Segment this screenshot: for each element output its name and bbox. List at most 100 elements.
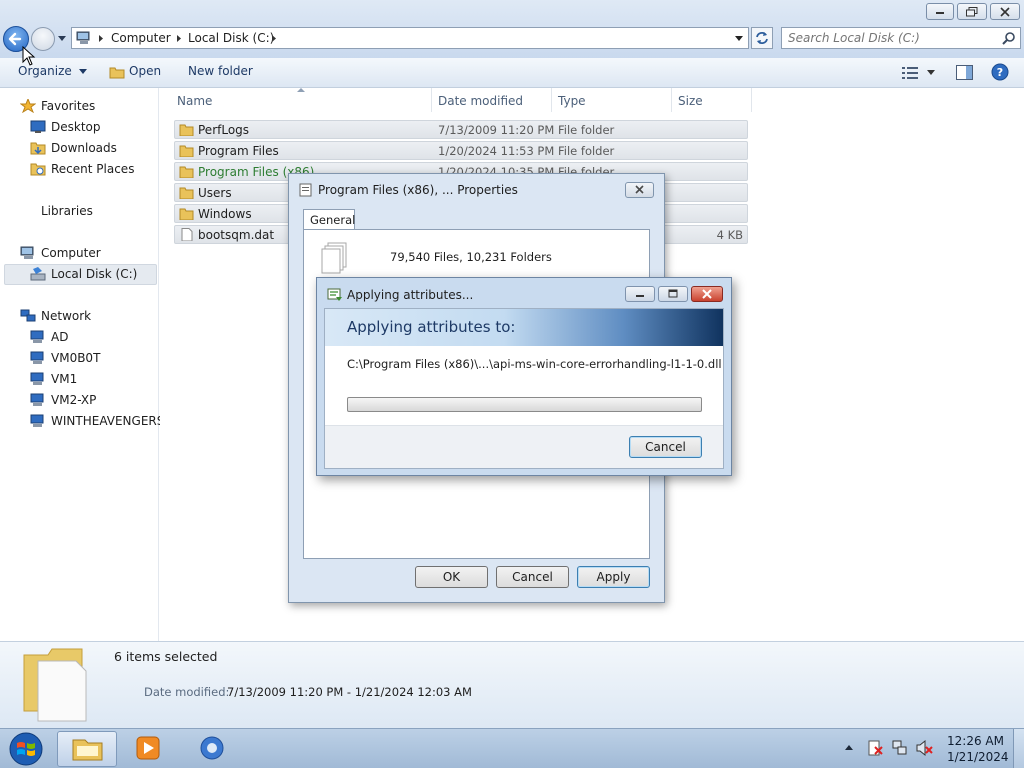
properties-icon [299,183,312,197]
help-icon[interactable]: ? [991,63,1009,81]
column-size[interactable]: Size [678,94,703,108]
column-divider[interactable] [551,88,552,112]
file-row[interactable]: Program Files 1/20/2024 11:53 PM File fold… [174,141,748,160]
new-folder-button[interactable]: New folder [188,64,253,78]
nav-computer-label: Computer [41,246,101,260]
dialog-footer: Cancel [325,425,723,468]
computer-icon [76,31,90,44]
applying-attributes-title: Applying attributes... [347,288,474,302]
minimize-button[interactable] [625,286,655,302]
view-options-icon[interactable] [902,67,918,79]
maximize-button[interactable] [957,3,987,20]
clock-date[interactable]: 1/21/2024 [947,750,1009,764]
multiple-files-icon [321,242,347,274]
cancel-button[interactable]: Cancel [496,566,569,588]
nav-network-computer-label: AD [51,330,69,344]
volume-muted-icon[interactable] [915,739,933,757]
file-date-modified: 1/20/2024 11:53 PM [438,144,555,158]
breadcrumb-local-disk[interactable]: Local Disk (C:) [188,31,274,45]
nav-local-disk-label: Local Disk (C:) [51,267,138,281]
show-desktop-button[interactable] [1013,729,1024,768]
breadcrumb-computer[interactable]: Computer [111,31,171,45]
search-icon[interactable] [1002,31,1016,45]
properties-close-button[interactable] [625,182,654,198]
file-row[interactable]: PerfLogs 7/13/2009 11:20 PM File folder [174,120,748,139]
show-hidden-icons[interactable] [845,745,854,751]
recent-pages-dropdown[interactable] [57,33,67,43]
folder-icon [179,124,194,136]
column-date-modified[interactable]: Date modified [438,94,523,108]
downloads-folder-icon [30,142,46,155]
current-file-path: C:\Program Files (x86)\...\api-ms-win-co… [347,357,722,371]
recent-places-icon [30,163,46,176]
media-player-icon [136,736,160,760]
multiple-items-icon [23,648,87,722]
nav-network-computer-label: VM2-XP [51,393,97,407]
close-icon [1000,7,1010,17]
file-name: PerfLogs [198,123,250,137]
applying-attributes-dialog: Applying attributes... Applying attribut… [316,277,732,476]
maximize-button[interactable] [658,286,688,302]
nav-network-computer-label: WINTHEAVENGERS [51,414,165,428]
close-button[interactable] [990,3,1020,20]
restore-icon [966,7,978,17]
taskbar-browser[interactable] [183,731,243,767]
navigation-pane: Favorites Desktop Downloads Recent Place… [0,88,164,641]
network-computer-icon [30,351,44,364]
nav-network-computer-label: VM1 [51,372,78,386]
network-computer-icon [30,414,44,427]
file-icon [181,228,193,241]
applying-attributes-body: Applying attributes to: C:\Program Files… [324,308,724,469]
ok-button[interactable]: OK [415,566,488,588]
address-dropdown-icon[interactable] [734,35,744,42]
applying-attributes-icon [327,288,342,301]
file-size: 4 KB [716,228,743,242]
network-icon [20,309,36,322]
search-box[interactable] [781,27,1021,49]
chevron-down-icon[interactable] [927,70,936,76]
taskbar: 12:26 AM 1/21/2024 [0,728,1024,768]
folder-icon [179,208,194,220]
chevron-down-icon [78,69,87,74]
chevron-right-icon [99,35,103,42]
close-icon [702,289,712,299]
date-modified-label: Date modified: [144,685,230,699]
network-status-icon[interactable] [891,739,909,757]
folder-icon [179,187,194,199]
column-divider[interactable] [431,88,432,112]
nav-libraries-label: Libraries [41,204,93,218]
preview-pane-icon[interactable] [956,65,973,80]
nav-desktop-label: Desktop [51,120,101,134]
svg-text:?: ? [997,66,1003,79]
nav-recent-places-label: Recent Places [51,162,135,176]
search-input[interactable] [788,30,998,46]
network-computer-icon [30,372,44,385]
explorer-icon [72,739,103,761]
progress-bar [347,397,702,412]
tab-general-label: General [310,213,356,227]
open-button[interactable]: Open [129,64,161,78]
minimize-button[interactable] [926,3,954,20]
column-type[interactable]: Type [558,94,586,108]
open-folder-icon [109,67,125,79]
details-pane: 6 items selected Date modified: 7/13/200… [0,641,1024,728]
file-name: Program Files [198,144,279,158]
column-name[interactable]: Name [177,94,212,108]
start-button[interactable] [5,731,47,767]
cancel-button[interactable]: Cancel [629,436,702,458]
minimize-icon [936,12,944,14]
selection-count: 6 items selected [114,649,218,664]
taskbar-media-player[interactable] [120,731,180,767]
action-center-icon[interactable] [866,739,884,757]
tab-general[interactable]: General [303,209,355,230]
file-type: File folder [558,123,615,137]
close-button[interactable] [691,286,723,302]
desktop-icon [30,120,46,133]
column-divider[interactable] [751,88,752,112]
taskbar-explorer[interactable] [57,731,117,767]
clock-time[interactable]: 12:26 AM [947,734,1004,748]
address-bar[interactable]: Computer Local Disk (C:) [71,27,749,49]
apply-button[interactable]: Apply [577,566,650,588]
refresh-button[interactable] [751,27,773,49]
column-divider[interactable] [671,88,672,112]
